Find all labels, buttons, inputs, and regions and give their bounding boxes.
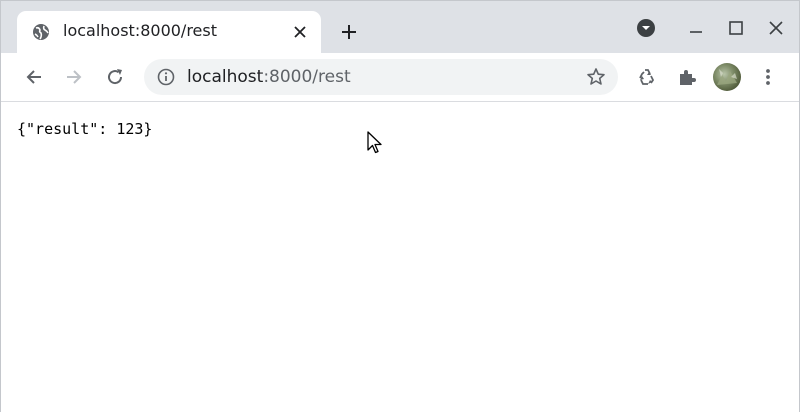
recycle-button[interactable] — [634, 64, 660, 90]
minimize-icon — [690, 31, 702, 33]
tab-search-button[interactable] — [633, 15, 659, 41]
reload-icon — [108, 69, 123, 85]
star-icon[interactable] — [586, 67, 606, 87]
maximize-button[interactable] — [723, 15, 749, 41]
tab-active[interactable]: localhost:8000/rest — [17, 11, 321, 53]
chevron-down-icon — [637, 19, 655, 37]
close-icon — [769, 21, 783, 35]
info-icon[interactable] — [157, 68, 175, 86]
minimize-button[interactable] — [683, 15, 709, 41]
reload-button[interactable] — [102, 64, 128, 90]
extensions-icon — [680, 70, 696, 85]
forward-button[interactable] — [61, 64, 87, 90]
avatar[interactable] — [713, 63, 741, 91]
recycle-icon — [639, 69, 655, 85]
menu-icon — [766, 69, 770, 85]
mouse-cursor-icon — [367, 131, 383, 155]
menu-button[interactable] — [755, 64, 781, 90]
json-response: {"result": 123} — [17, 120, 153, 138]
close-window-button[interactable] — [763, 15, 789, 41]
page-content: {"result": 123} — [1, 102, 799, 412]
extensions-button[interactable] — [674, 64, 700, 90]
url-text[interactable]: localhost:8000/rest — [187, 67, 351, 87]
tab-title: localhost:8000/rest — [63, 21, 217, 40]
forward-icon — [67, 70, 82, 84]
url-host: localhost — [187, 67, 264, 87]
maximize-icon — [729, 21, 743, 35]
toolbar: localhost:8000/rest — [1, 53, 799, 102]
tab-strip: localhost:8000/rest — [1, 1, 799, 53]
plus-icon — [342, 25, 356, 39]
browser-window: localhost:8000/rest localhost:8000/rest … — [0, 0, 800, 412]
address-bar[interactable]: localhost:8000/rest — [144, 59, 618, 95]
url-path: :8000/rest — [263, 67, 351, 87]
close-icon[interactable] — [289, 21, 311, 43]
globe-icon — [32, 23, 50, 41]
back-icon — [26, 70, 41, 84]
back-button[interactable] — [21, 64, 47, 90]
new-tab-button[interactable] — [335, 18, 363, 46]
